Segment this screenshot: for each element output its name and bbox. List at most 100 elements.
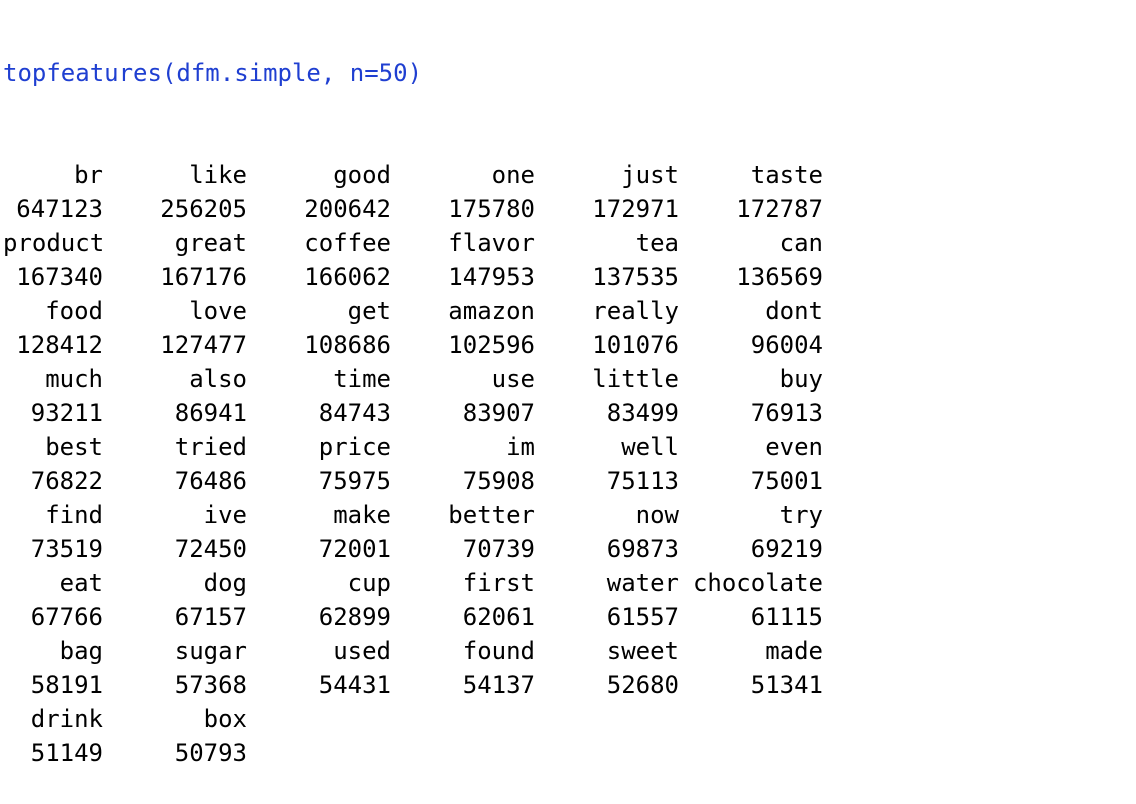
feature-term: also [189,365,247,393]
feature-term: box [203,705,247,733]
feature-term: make [333,501,391,529]
feature-term: try [779,501,823,529]
feature-count: 62061 [462,603,535,631]
feature-term: amazon [448,297,535,325]
feature-term: use [491,365,535,393]
feature-term: much [45,365,103,393]
feature-count: 83499 [606,399,679,427]
feature-count: 76486 [174,467,247,495]
feature-count: 175780 [448,195,535,223]
feature-term: used [333,637,391,665]
feature-term: eat [59,569,103,597]
feature-count: 76913 [750,399,823,427]
feature-term: bag [59,637,103,665]
feature-count: 172971 [592,195,679,223]
feature-term: price [318,433,391,461]
feature-table: br like good one just taste 647123 256205 200642… [3,158,1123,770]
feature-count: 108686 [304,331,391,359]
feature-count: 69219 [750,535,823,563]
feature-term: better [448,501,535,529]
feature-count: 70739 [462,535,535,563]
feature-term: tea [635,229,679,257]
feature-count: 51341 [750,671,823,699]
feature-count: 167340 [16,263,103,291]
feature-term: first [462,569,535,597]
r-console-output: topfeatures(dfm.simple, n=50) br like good… [3,0,1123,804]
feature-count: 167176 [160,263,247,291]
feature-term: good [333,161,391,189]
feature-count: 128412 [16,331,103,359]
feature-term: get [347,297,391,325]
feature-term: cup [347,569,391,597]
feature-count-row: 167340 167176 166062 147953 137535 136569 [3,260,1123,294]
feature-term: well [621,433,679,461]
feature-count: 75001 [750,467,823,495]
feature-count-row: 93211 86941 84743 83907 83499 76913 [3,396,1123,430]
feature-term: great [174,229,247,257]
feature-term: can [779,229,823,257]
feature-count: 67157 [174,603,247,631]
feature-count: 166062 [304,263,391,291]
feature-term: im [506,433,535,461]
feature-count: 147953 [448,263,535,291]
feature-term: chocolate [692,569,823,597]
feature-term-row: food love get amazon really dont [3,294,1123,328]
feature-count: 76822 [30,467,103,495]
feature-term: now [635,501,679,529]
feature-count-row: 73519 72450 72001 70739 69873 69219 [3,532,1123,566]
feature-count: 75975 [318,467,391,495]
feature-count: 200642 [304,195,391,223]
feature-term-row: find ive make better now try [3,498,1123,532]
feature-count: 136569 [736,263,823,291]
feature-count-row: 58191 57368 54431 54137 52680 51341 [3,668,1123,702]
feature-term: flavor [448,229,535,257]
feature-term: water [606,569,679,597]
feature-term: find [45,501,103,529]
feature-term-row: bag sugar used found sweet made [3,634,1123,668]
feature-term: coffee [304,229,391,257]
feature-term: even [765,433,823,461]
feature-count-row: 128412 127477 108686 102596 101076 96004 [3,328,1123,362]
feature-term: tried [174,433,247,461]
feature-term: sweet [606,637,679,665]
feature-term: drink [30,705,103,733]
feature-count: 102596 [448,331,535,359]
feature-count: 86941 [174,399,247,427]
feature-count: 75113 [606,467,679,495]
feature-count: 73519 [30,535,103,563]
feature-count: 127477 [160,331,247,359]
feature-term: like [189,161,247,189]
feature-term: sugar [174,637,247,665]
feature-term: made [765,637,823,665]
feature-term-row: eat dog cup first water chocolate [3,566,1123,600]
feature-term: love [189,297,247,325]
feature-count: 101076 [592,331,679,359]
feature-term: best [45,433,103,461]
feature-count: 69873 [606,535,679,563]
feature-term: just [621,161,679,189]
feature-count-row: 647123 256205 200642 175780 172971 172787 [3,192,1123,226]
feature-count: 57368 [174,671,247,699]
feature-count: 62899 [318,603,391,631]
feature-term-row: drink box [3,702,1123,736]
feature-count: 647123 [16,195,103,223]
feature-term: dont [765,297,823,325]
feature-term: br [74,161,103,189]
feature-term: dog [203,569,247,597]
feature-term: little [592,365,679,393]
feature-count: 52680 [606,671,679,699]
feature-term: ive [203,501,247,529]
feature-count: 51149 [30,739,103,767]
feature-count: 54137 [462,671,535,699]
feature-term: food [45,297,103,325]
feature-count: 54431 [318,671,391,699]
feature-term: taste [750,161,823,189]
feature-count: 256205 [160,195,247,223]
feature-count: 172787 [736,195,823,223]
console-command: topfeatures(dfm.simple, n=50) [3,59,423,87]
feature-term: buy [779,365,823,393]
feature-term-row: br like good one just taste [3,158,1123,192]
feature-count: 96004 [750,331,823,359]
feature-count-row: 76822 76486 75975 75908 75113 75001 [3,464,1123,498]
feature-count: 72450 [174,535,247,563]
